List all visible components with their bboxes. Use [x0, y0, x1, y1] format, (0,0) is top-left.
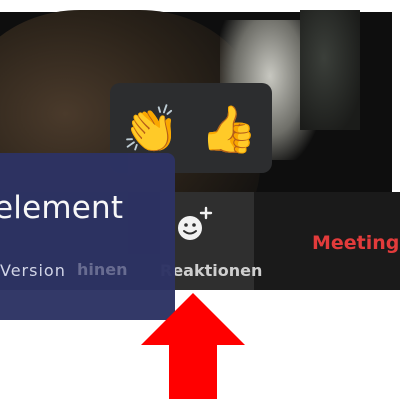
clapping-hands-icon[interactable]: 👏: [122, 103, 179, 155]
thumbs-up-icon[interactable]: 👍: [200, 103, 257, 155]
logo-subtitle: Version: [0, 261, 66, 280]
up-arrow-icon: [141, 293, 245, 399]
video-shadow-right: [300, 10, 360, 130]
logo-title: element: [0, 190, 124, 226]
faded-toolbar-label: hinen: [77, 260, 128, 279]
meeting-button[interactable]: Meeting: [312, 232, 399, 254]
smiley-plus-icon: [178, 206, 213, 240]
